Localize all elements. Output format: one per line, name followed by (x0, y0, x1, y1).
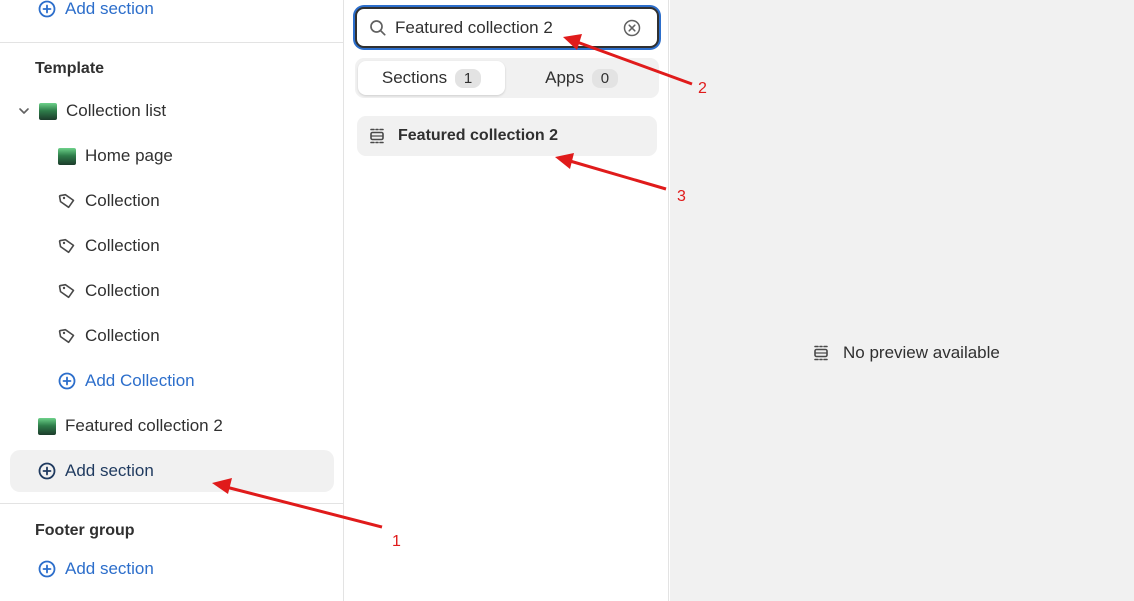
tree-item-collection[interactable]: Collection (58, 315, 160, 357)
plus-circle-icon (58, 372, 76, 390)
clear-icon[interactable] (623, 19, 641, 37)
preview-area: No preview available (670, 0, 1134, 601)
add-collection-label: Add Collection (85, 371, 195, 390)
tree-item-label: Collection (85, 236, 160, 255)
tree-item-collection-list[interactable]: Collection list (15, 90, 166, 132)
theme-editor-sidebar: Add section Template Collection list Hom… (0, 0, 344, 601)
image-thumbnail-icon (58, 147, 76, 165)
tag-icon (58, 237, 76, 255)
tree-item-label: Featured collection 2 (65, 416, 223, 435)
search-input[interactable] (395, 17, 605, 38)
footer-group-heading: Footer group (35, 522, 135, 539)
tree-item-label: Home page (85, 146, 173, 165)
tab-sections-count: 1 (455, 68, 482, 88)
footer-add-section-button[interactable]: Add section (38, 548, 154, 590)
tree-item-label: Collection (85, 191, 160, 210)
image-thumbnail-icon (38, 417, 56, 435)
tree-item-label: Collection (85, 281, 160, 300)
add-section-panel: Sections 1 Apps 0 Featured collection 2 (345, 0, 669, 601)
annotation-label-2: 2 (698, 80, 707, 97)
tag-icon (58, 327, 76, 345)
top-add-section-label: Add section (65, 0, 154, 18)
section-layout-icon (812, 344, 830, 362)
plus-circle-icon (38, 560, 56, 578)
no-preview-message: No preview available (812, 343, 1000, 363)
search-result-featured-collection[interactable]: Featured collection 2 (357, 116, 657, 156)
tab-apps-label: Apps (545, 68, 584, 87)
tab-apps-count: 0 (591, 68, 618, 88)
tree-item-featured-collection[interactable]: Featured collection 2 (38, 405, 223, 447)
section-layout-icon (368, 127, 386, 145)
footer-add-section-label: Add section (65, 559, 154, 578)
image-thumbnail-icon (39, 102, 57, 120)
tab-bar: Sections 1 Apps 0 (355, 58, 659, 98)
tree-item-label: Collection list (66, 101, 167, 120)
annotation-label-1: 1 (392, 533, 401, 550)
no-preview-text: No preview available (843, 343, 1000, 362)
tag-icon (58, 282, 76, 300)
tree-item-collection[interactable]: Collection (58, 270, 160, 312)
tab-apps[interactable]: Apps 0 (507, 61, 656, 95)
divider (0, 42, 344, 43)
add-section-label: Add section (65, 461, 154, 480)
tree-item-collection[interactable]: Collection (58, 225, 160, 267)
annotation-label-3: 3 (677, 188, 686, 205)
template-heading: Template (35, 60, 105, 77)
search-field[interactable] (355, 7, 659, 48)
chevron-down-icon[interactable] (15, 102, 33, 120)
add-section-button[interactable]: Add section (38, 450, 154, 492)
tag-icon (58, 192, 76, 210)
tab-sections-label: Sections (381, 68, 448, 87)
tree-item-collection[interactable]: Collection (58, 180, 160, 222)
tab-sections[interactable]: Sections 1 (358, 61, 505, 95)
plus-circle-icon (38, 0, 56, 18)
top-add-section-button[interactable]: Add section (38, 0, 154, 30)
plus-circle-icon (38, 462, 56, 480)
tree-item-home-page[interactable]: Home page (58, 135, 173, 177)
search-result-label: Featured collection 2 (398, 127, 559, 144)
add-collection-button[interactable]: Add Collection (58, 360, 195, 402)
divider (0, 503, 344, 504)
search-icon (369, 19, 387, 37)
tree-item-label: Collection (85, 326, 160, 345)
